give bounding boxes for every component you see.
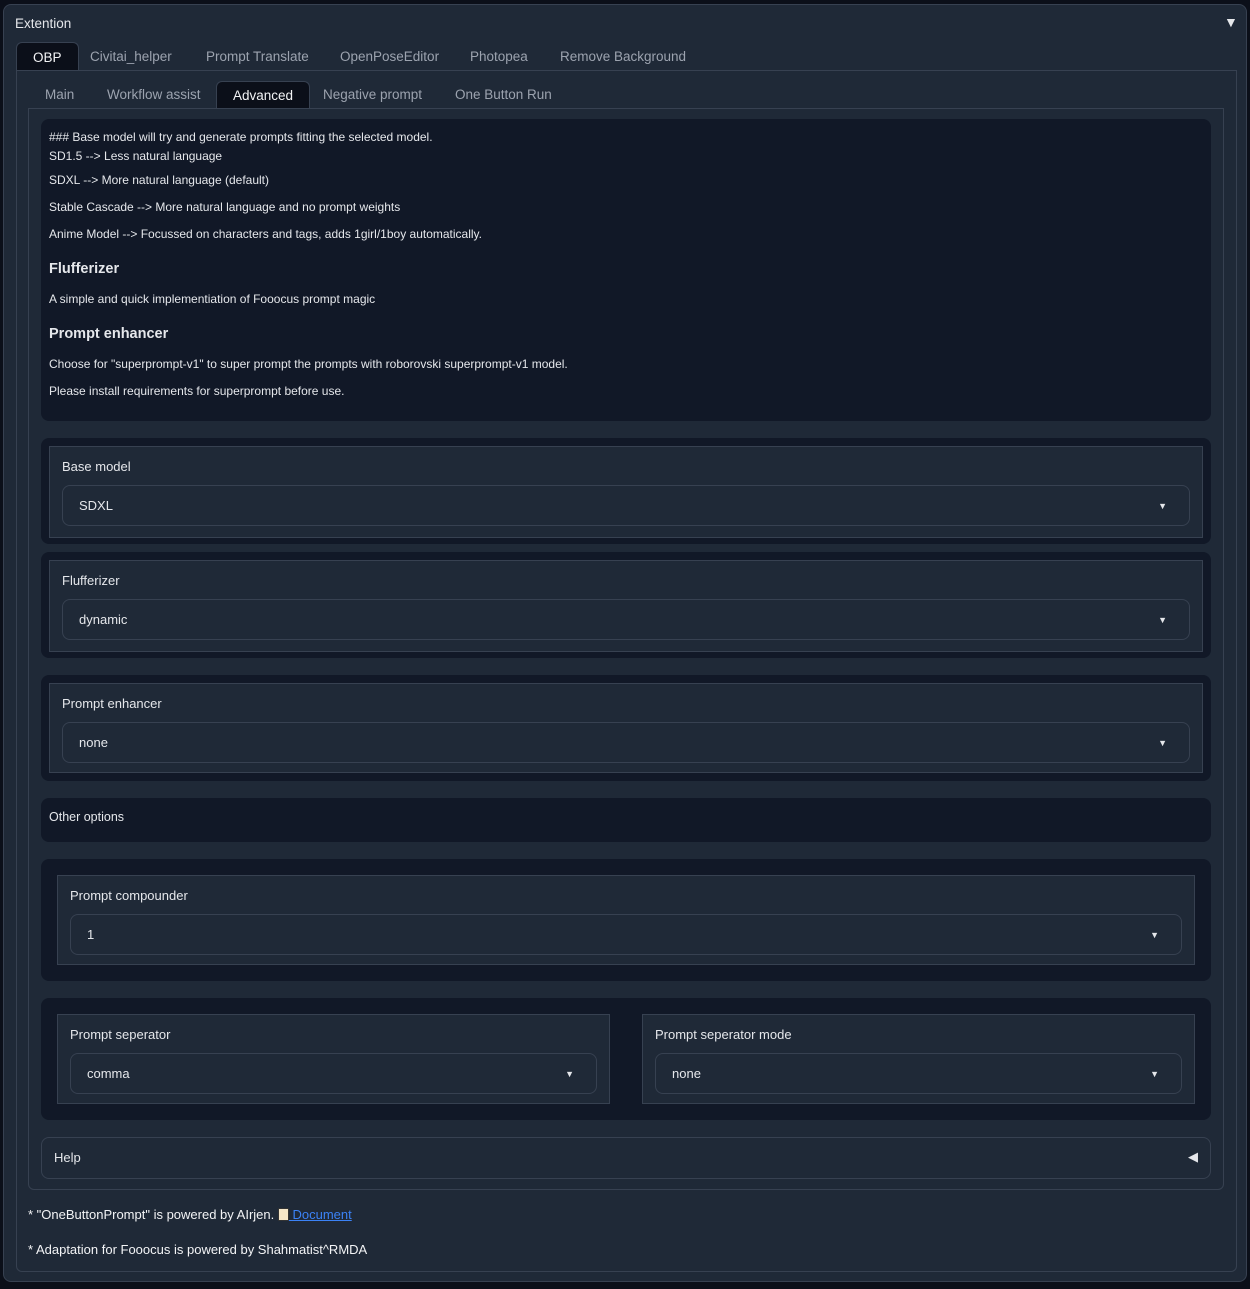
info-line: SD1.5 --> Less natural language xyxy=(49,149,223,163)
expand-triangle-icon: ◀ xyxy=(1188,1149,1198,1164)
base-model-dropdown[interactable]: SDXL ▼ xyxy=(62,485,1190,526)
book-icon xyxy=(277,1208,289,1221)
prompt-compounder-block: Prompt compounder 1 ▼ xyxy=(41,859,1211,981)
caret-down-icon: ▼ xyxy=(1158,501,1167,511)
caret-down-icon: ▼ xyxy=(1158,615,1167,625)
prompt-separator-label: Prompt seperator xyxy=(70,1027,171,1042)
collapse-triangle-icon[interactable]: ▼ xyxy=(1224,14,1238,30)
help-label: Help xyxy=(54,1150,81,1165)
subtab-workflow-assist[interactable]: Workflow assist xyxy=(91,81,217,109)
flufferizer-block: Flufferizer dynamic ▼ xyxy=(41,552,1211,658)
info-line: Please install requirements for superpro… xyxy=(49,384,345,398)
caret-down-icon: ▼ xyxy=(1150,1069,1159,1079)
help-accordion[interactable]: Help ◀ xyxy=(41,1137,1211,1179)
info-line: Choose for "superprompt-v1" to super pro… xyxy=(49,357,568,371)
info-line: A simple and quick implementiation of Fo… xyxy=(49,292,376,306)
caret-down-icon: ▼ xyxy=(1150,930,1159,940)
prompt-enhancer-label: Prompt enhancer xyxy=(62,696,162,711)
subtab-main[interactable]: Main xyxy=(29,81,90,109)
footer-credit-1: * "OneButtonPrompt" is powered by AIrjen… xyxy=(28,1207,352,1222)
footer-credit-2: * Adaptation for Fooocus is powered by S… xyxy=(28,1242,368,1257)
document-link[interactable]: Document xyxy=(277,1207,352,1222)
credit-text: * "OneButtonPrompt" is powered by AIrjen… xyxy=(28,1207,275,1222)
tab-remove-background[interactable]: Remove Background xyxy=(544,42,702,71)
dropdown-value: none xyxy=(672,1066,701,1081)
info-line: ### Base model will try and generate pro… xyxy=(49,130,433,144)
prompt-enhancer-block: Prompt enhancer none ▼ xyxy=(41,675,1211,781)
dropdown-value: SDXL xyxy=(79,498,113,513)
caret-down-icon: ▼ xyxy=(565,1069,574,1079)
prompt-separator-mode-dropdown[interactable]: none ▼ xyxy=(655,1053,1182,1094)
caret-down-icon: ▼ xyxy=(1158,738,1167,748)
prompt-separator-block: Prompt seperator comma ▼ Prompt seperator… xyxy=(41,998,1211,1120)
prompt-enhancer-dropdown[interactable]: none ▼ xyxy=(62,722,1190,763)
info-line: Stable Cascade --> More natural language… xyxy=(49,200,401,214)
info-line: SDXL --> More natural language (default) xyxy=(49,173,270,187)
dropdown-value: dynamic xyxy=(79,612,128,627)
base-model-block: Base model SDXL ▼ xyxy=(41,438,1211,544)
prompt-compounder-label: Prompt compounder xyxy=(70,888,188,903)
tab-prompt-translate[interactable]: Prompt Translate xyxy=(190,42,325,71)
prompt-separator-dropdown[interactable]: comma ▼ xyxy=(70,1053,597,1094)
tab-obp[interactable]: OBP xyxy=(16,42,79,71)
flufferizer-label: Flufferizer xyxy=(62,573,120,588)
document-link-text: Document xyxy=(292,1207,352,1222)
info-markdown: ### Base model will try and generate pro… xyxy=(41,119,1211,421)
subtab-one-button-run[interactable]: One Button Run xyxy=(439,81,568,109)
subtab-advanced[interactable]: Advanced xyxy=(216,81,311,109)
other-options-heading: Other options xyxy=(41,798,1211,842)
flufferizer-dropdown[interactable]: dynamic ▼ xyxy=(62,599,1190,640)
prompt-compounder-dropdown[interactable]: 1 ▼ xyxy=(70,914,1182,955)
dropdown-value: none xyxy=(79,735,108,750)
tab-civitai-helper[interactable]: Civitai_helper xyxy=(74,42,188,71)
subtab-negative-prompt[interactable]: Negative prompt xyxy=(307,81,438,109)
heading-flufferizer: Flufferizer xyxy=(49,261,120,277)
dropdown-value: 1 xyxy=(87,927,95,942)
base-model-label: Base model xyxy=(62,459,131,474)
accordion-title[interactable]: Extention xyxy=(15,16,71,31)
heading-prompt-enhancer: Prompt enhancer xyxy=(49,326,169,342)
prompt-separator-mode-label: Prompt seperator mode xyxy=(655,1027,792,1042)
dropdown-value: comma xyxy=(87,1066,130,1081)
info-line: Anime Model --> Focussed on characters a… xyxy=(49,227,482,241)
tab-photopea[interactable]: Photopea xyxy=(454,42,544,71)
tab-openpose-editor[interactable]: OpenPoseEditor xyxy=(324,42,455,71)
